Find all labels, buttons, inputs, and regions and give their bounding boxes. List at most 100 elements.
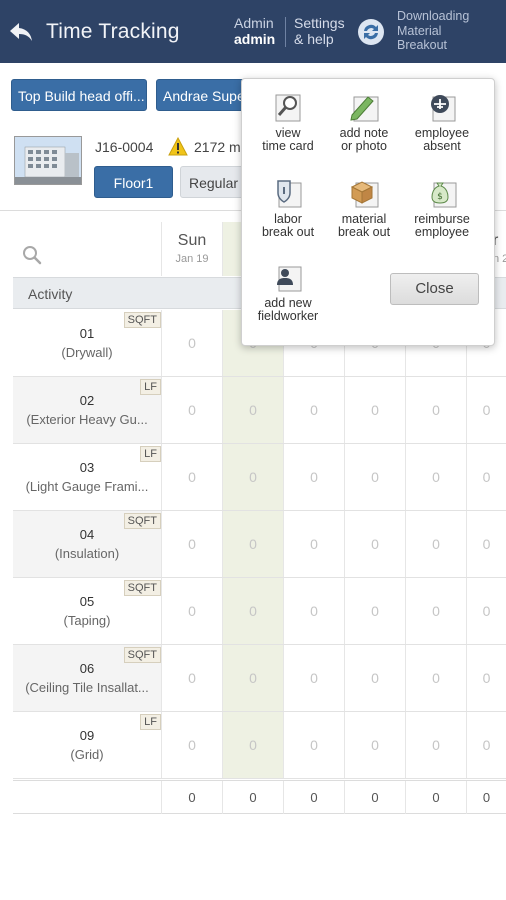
settings-help-link[interactable]: Settings & help <box>294 15 345 47</box>
app-header: Time Tracking Admin admin Settings & hel… <box>0 0 506 63</box>
office-filter-button[interactable]: Top Build head offi... <box>11 79 147 111</box>
activity-name: (Exterior Heavy Gu... <box>26 412 148 427</box>
totals-row: 0 0 0 0 0 0 <box>13 780 506 814</box>
hours-cell[interactable]: 0 <box>344 444 405 510</box>
hours-cell[interactable]: 0 <box>222 444 283 510</box>
hours-cell[interactable]: 0 <box>466 578 506 644</box>
hours-cell[interactable]: 0 <box>405 578 466 644</box>
unit-badge: LF <box>140 446 161 462</box>
hours-cell[interactable]: 0 <box>344 712 405 778</box>
building-image <box>15 137 81 184</box>
regular-button[interactable]: Regular <box>180 166 248 198</box>
material-breakout-button[interactable]: material break out <box>322 177 406 239</box>
activity-code: 03 <box>79 460 95 475</box>
activity-code: 06 <box>79 661 95 676</box>
settings-label: Settings <box>294 15 345 31</box>
table-row: SQFT 04 (Insulation) 0 0 0 0 0 0 <box>13 511 506 578</box>
add-note-photo-button[interactable]: add note or photo <box>322 91 406 153</box>
hours-cell[interactable]: 0 <box>405 511 466 577</box>
hours-cell[interactable]: 0 <box>283 645 344 711</box>
hours-cell[interactable]: 0 <box>161 310 222 376</box>
reimburse-label: employee <box>414 225 470 239</box>
total-cell: 0 <box>283 781 344 814</box>
hours-cell[interactable]: 0 <box>222 645 283 711</box>
hours-cell[interactable]: 0 <box>222 712 283 778</box>
hours-cell[interactable]: 0 <box>466 511 506 577</box>
hours-cell[interactable]: 0 <box>161 444 222 510</box>
view-time-card-button[interactable]: view time card <box>246 91 330 153</box>
hours-cell[interactable]: 0 <box>344 511 405 577</box>
activity-label[interactable]: SQFT 04 (Insulation) <box>13 511 161 577</box>
activity-code: 04 <box>79 527 95 542</box>
day-date: Jan 19 <box>175 253 209 265</box>
material-breakout-label: break out <box>337 225 391 239</box>
hours-cell[interactable]: 0 <box>283 511 344 577</box>
hours-cell[interactable]: 0 <box>344 377 405 443</box>
supervisor-filter-button[interactable]: Andrae Supe <box>156 79 246 111</box>
activity-label[interactable]: LF 09 (Grid) <box>13 712 161 778</box>
hours-cell[interactable]: 0 <box>283 444 344 510</box>
unit-badge: LF <box>140 379 161 395</box>
user-menu[interactable]: Admin admin <box>234 15 275 47</box>
hours-cell[interactable]: 0 <box>283 578 344 644</box>
hours-cell[interactable]: 0 <box>222 377 283 443</box>
day-column-header[interactable]: Sun Jan 19 <box>161 222 222 276</box>
activity-label[interactable]: SQFT 06 (Ceiling Tile Insallat... <box>13 645 161 711</box>
sync-icon[interactable] <box>357 18 385 46</box>
back-arrow-icon[interactable] <box>8 19 34 45</box>
labor-breakout-label: break out <box>261 225 315 239</box>
labor-breakout-button[interactable]: labor break out <box>246 177 330 239</box>
search-icon[interactable] <box>22 245 42 265</box>
box-icon <box>350 181 379 208</box>
total-cell: 0 <box>161 781 222 814</box>
activity-label[interactable]: SQFT 01 (Drywall) <box>13 310 161 376</box>
activity-label[interactable]: LF 02 (Exterior Heavy Gu... <box>13 377 161 443</box>
view-time-card-label: time card <box>262 139 314 153</box>
reimburse-employee-button[interactable]: $ reimburse employee <box>400 177 484 239</box>
employee-absent-label: absent <box>423 139 461 153</box>
add-fieldworker-button[interactable]: add new fieldworker <box>246 261 330 323</box>
activity-name: (Taping) <box>63 613 111 628</box>
hours-cell[interactable]: 0 <box>405 645 466 711</box>
hours-cell[interactable]: 0 <box>161 578 222 644</box>
download-status-line: Breakout <box>397 38 448 52</box>
activity-name: (Light Gauge Frami... <box>25 479 149 494</box>
hours-cell[interactable]: 0 <box>405 444 466 510</box>
hours-cell[interactable]: 0 <box>466 444 506 510</box>
magnifier-card-icon <box>275 94 301 122</box>
hours-cell[interactable]: 0 <box>405 377 466 443</box>
hours-cell[interactable]: 0 <box>344 645 405 711</box>
money-bag-icon: $ <box>431 182 457 208</box>
job-code: J16-0004 <box>95 139 154 155</box>
unit-badge: SQFT <box>123 580 161 596</box>
hours-cell[interactable]: 0 <box>466 377 506 443</box>
hours-cell[interactable]: 0 <box>161 377 222 443</box>
hours-cell[interactable]: 0 <box>161 712 222 778</box>
table-row: LF 09 (Grid) 0 0 0 0 0 0 <box>13 712 506 779</box>
table-row: LF 03 (Light Gauge Frami... 0 0 0 0 0 0 <box>13 444 506 511</box>
day-name: Sun <box>177 232 207 249</box>
floor-button[interactable]: Floor1 <box>94 166 173 198</box>
hours-cell[interactable]: 0 <box>161 645 222 711</box>
total-cell: 0 <box>466 781 506 814</box>
hours-cell[interactable]: 0 <box>283 377 344 443</box>
activity-label[interactable]: SQFT 05 (Taping) <box>13 578 161 644</box>
hours-cell[interactable]: 0 <box>161 511 222 577</box>
close-button[interactable]: Close <box>390 273 479 305</box>
activity-name: (Insulation) <box>54 546 120 561</box>
warning-icon[interactable] <box>168 137 188 157</box>
activity-label[interactable]: LF 03 (Light Gauge Frami... <box>13 444 161 510</box>
hours-cell[interactable]: 0 <box>405 712 466 778</box>
hours-cell[interactable]: 0 <box>344 578 405 644</box>
employee-absent-button[interactable]: employee absent <box>400 91 484 153</box>
hours-cell[interactable]: 0 <box>466 645 506 711</box>
activity-code: 05 <box>79 594 95 609</box>
hours-cell[interactable]: 0 <box>222 578 283 644</box>
header-divider <box>285 17 286 47</box>
activity-code: 09 <box>79 728 95 743</box>
hours-cell[interactable]: 0 <box>283 712 344 778</box>
hours-cell[interactable]: 0 <box>466 712 506 778</box>
hours-cell[interactable]: 0 <box>222 511 283 577</box>
activity-name: (Ceiling Tile Insallat... <box>25 680 149 695</box>
job-photo[interactable] <box>14 136 82 185</box>
